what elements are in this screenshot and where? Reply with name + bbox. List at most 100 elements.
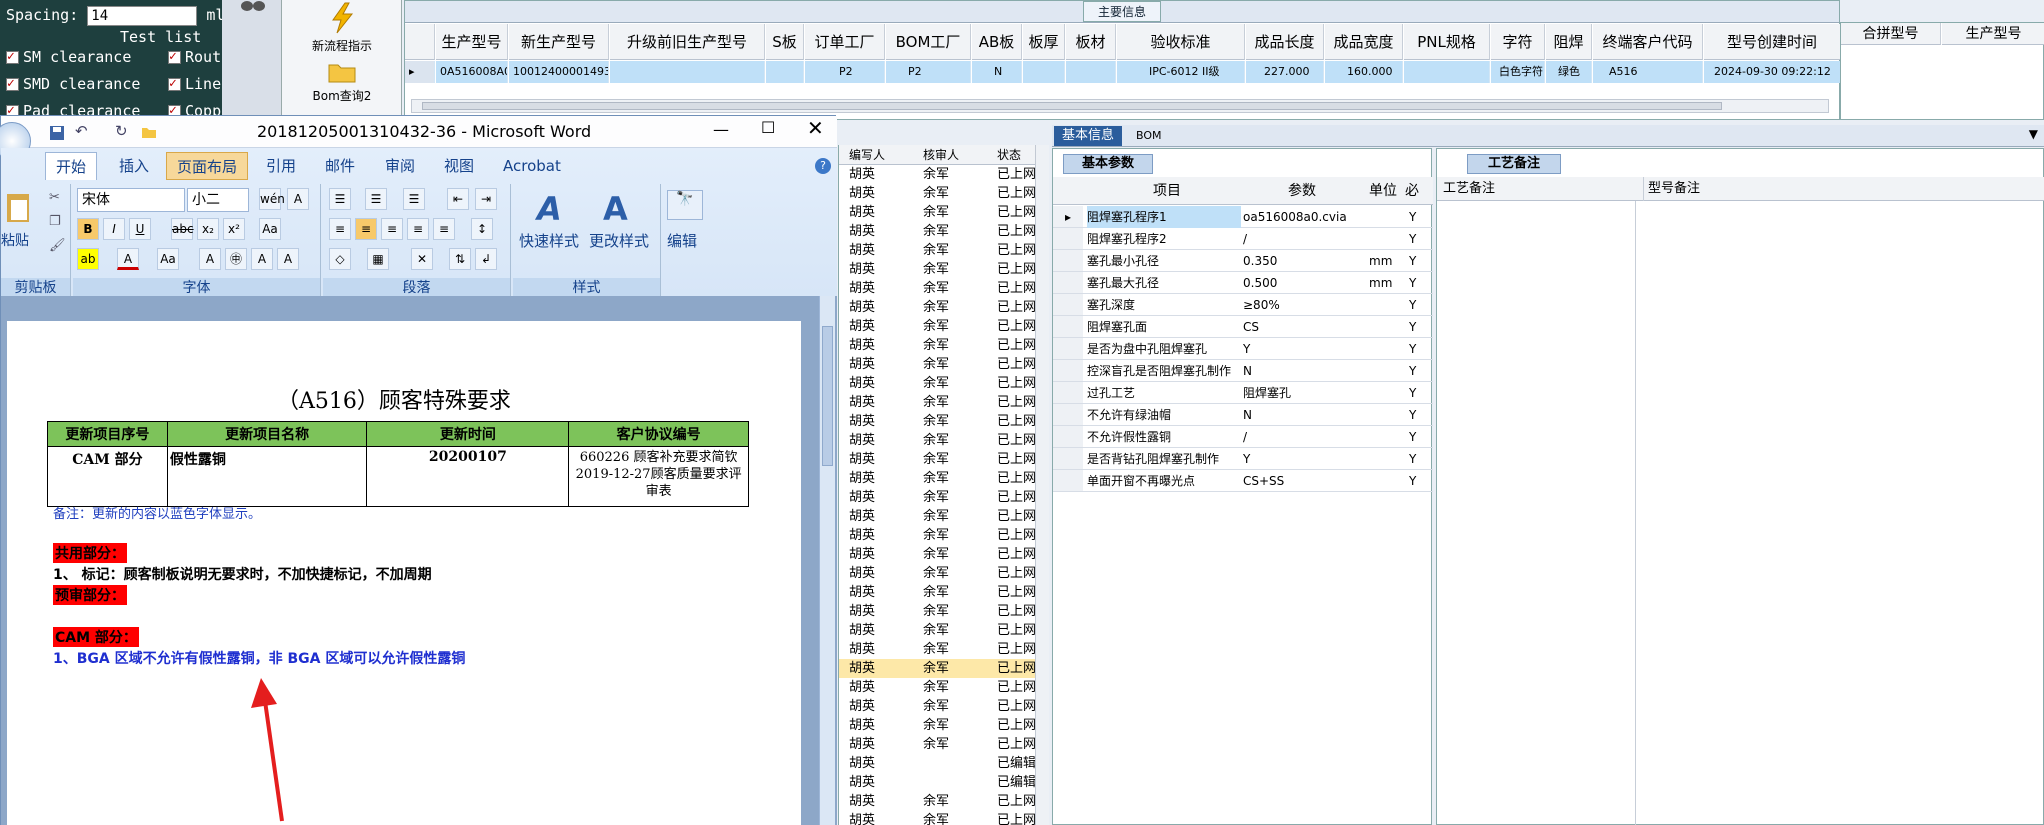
list-item[interactable]: 胡英 余军 已上网: [839, 279, 1035, 298]
spacing-input[interactable]: [87, 6, 198, 26]
tab-process-remarks[interactable]: 工艺备注: [1467, 154, 1562, 174]
increase-indent-icon[interactable]: ⇥: [475, 188, 497, 210]
list-item[interactable]: 胡英 余军 已上网: [839, 602, 1035, 621]
copy-icon[interactable]: ❐: [49, 214, 61, 229]
font-size-select[interactable]: 小二: [187, 188, 249, 212]
list-item[interactable]: 胡英 已编辑: [839, 754, 1035, 773]
list-item[interactable]: 胡英 余军 已上网: [839, 222, 1035, 241]
checkbox-icon[interactable]: [168, 76, 181, 91]
column-header[interactable]: 必: [1405, 177, 1419, 205]
editing-button[interactable]: 编辑: [667, 230, 697, 251]
list-item[interactable]: 胡英 余军 已上网: [839, 507, 1035, 526]
column-header[interactable]: 生产型号: [1942, 23, 2044, 45]
table-cell[interactable]: 10012400001493: [509, 61, 609, 83]
scrollbar-thumb[interactable]: [822, 326, 833, 466]
redo-icon[interactable]: ↻: [115, 122, 128, 140]
column-header[interactable]: 终端客户代码: [1593, 24, 1703, 60]
char-shading-icon[interactable]: Aa: [157, 248, 179, 270]
table-cell[interactable]: 0A516008A0: [436, 61, 508, 83]
list-item[interactable]: 胡英 余军 已上网: [839, 621, 1035, 640]
table-row[interactable]: 控深盲孔是否阻焊塞孔制作 N Y: [1053, 360, 1433, 382]
vertical-scrollbar[interactable]: [819, 296, 835, 825]
tab-review[interactable]: 审阅: [375, 152, 425, 180]
cut-icon[interactable]: ✂: [49, 190, 60, 205]
table-row[interactable]: 阻焊塞孔面 CS Y: [1053, 316, 1433, 338]
column-header[interactable]: 订单工厂: [805, 24, 885, 60]
subscript-icon[interactable]: x₂: [197, 218, 219, 240]
list-item[interactable]: 胡英 余军 已上网: [839, 678, 1035, 697]
option-sm-clearance[interactable]: SM clearance: [6, 48, 131, 66]
strikethrough-icon[interactable]: abc: [171, 218, 194, 240]
list-item[interactable]: 胡英 余军 已上网: [839, 450, 1035, 469]
font-name-select[interactable]: 宋体: [77, 188, 185, 212]
table-cell[interactable]: P2: [886, 61, 971, 83]
binoculars-icon[interactable]: [240, 0, 266, 12]
list-item[interactable]: 胡英 余军 已上网: [839, 735, 1035, 754]
column-header[interactable]: 状态: [997, 145, 1021, 165]
line-spacing-icon[interactable]: ↕: [471, 218, 493, 240]
list-item[interactable]: 胡英 余军 已上网: [839, 184, 1035, 203]
table-row[interactable]: 塞孔最小孔径 0.350 mm Y: [1053, 250, 1433, 272]
table-row[interactable]: 不允许有绿油帽 N Y: [1053, 404, 1433, 426]
char-border-icon[interactable]: A: [199, 248, 221, 270]
option-line[interactable]: Line: [168, 75, 221, 93]
list-item[interactable]: 胡英 余军 已上网: [839, 336, 1035, 355]
list-item[interactable]: 胡英 余军 已上网: [839, 260, 1035, 279]
column-header[interactable]: 阻焊: [1546, 24, 1592, 60]
list-item[interactable]: 胡英 余军 已上网: [839, 317, 1035, 336]
paste-button[interactable]: 粘贴: [1, 230, 29, 250]
table-cell[interactable]: 227.000: [1246, 61, 1324, 83]
align-center-icon[interactable]: ≡: [355, 218, 377, 240]
asian-layout-icon[interactable]: ✕: [411, 248, 433, 270]
table-cell[interactable]: ≥80%: [1243, 294, 1365, 316]
column-header[interactable]: 参数: [1288, 177, 1316, 205]
bold-icon[interactable]: B: [77, 218, 99, 240]
horizontal-scrollbar[interactable]: [411, 99, 1829, 113]
column-header[interactable]: 升级前旧生产型号: [610, 24, 765, 60]
list-item[interactable]: 胡英 余军 已上网: [839, 640, 1035, 659]
column-header[interactable]: PNL规格: [1404, 24, 1490, 60]
quick-styles-button[interactable]: 快速样式: [519, 230, 579, 251]
table-row[interactable]: 过孔工艺 阻焊塞孔 Y: [1053, 382, 1433, 404]
table-cell[interactable]: 0.350: [1243, 250, 1365, 272]
table-cell[interactable]: N: [972, 61, 1022, 83]
clear-format-icon[interactable]: A: [287, 188, 309, 210]
list-item[interactable]: 胡英 余军 已上网: [839, 545, 1035, 564]
column-header[interactable]: 验收标准: [1117, 24, 1245, 60]
shrink-font-icon[interactable]: A: [277, 248, 299, 270]
table-cell[interactable]: [1404, 61, 1490, 83]
table-cell[interactable]: IPC-6012 II级: [1117, 61, 1245, 83]
list-item[interactable]: 胡英 余军 已上网: [839, 659, 1035, 678]
list-item[interactable]: 胡英 余军 已上网: [839, 374, 1035, 393]
change-case-icon[interactable]: wén: [259, 188, 285, 210]
change-styles-button[interactable]: 更改样式: [589, 230, 649, 251]
table-cell[interactable]: 阻焊塞孔: [1243, 382, 1365, 404]
table-cell[interactable]: oa516008a0.cvia: [1243, 206, 1365, 228]
table-row[interactable]: 单面开窗不再曝光点 CS+SS Y: [1053, 470, 1433, 492]
list-item[interactable]: 胡英 余军 已上网: [839, 412, 1035, 431]
list-item[interactable]: 胡英 余军 已上网: [839, 203, 1035, 222]
list-item[interactable]: 胡英 余军 已上网: [839, 583, 1035, 602]
align-right-icon[interactable]: ≡: [381, 218, 403, 240]
list-item[interactable]: 胡英 余军 已上网: [839, 792, 1035, 811]
column-header[interactable]: 编写人: [849, 145, 885, 165]
option-rout[interactable]: Rout: [168, 48, 221, 66]
save-icon[interactable]: [49, 125, 65, 141]
table-cell[interactable]: [766, 61, 804, 83]
list-item[interactable]: 胡英 余军 已上网: [839, 469, 1035, 488]
scrollbar-thumb[interactable]: [422, 102, 1722, 110]
bullets-icon[interactable]: ☰: [329, 188, 351, 210]
open-folder-icon[interactable]: [141, 125, 157, 139]
enclose-char-icon[interactable]: ㊥: [225, 248, 247, 270]
numbering-icon[interactable]: ☰: [365, 188, 387, 210]
list-item[interactable]: 胡英 余军 已上网: [839, 241, 1035, 260]
list-item[interactable]: 胡英 余军 已上网: [839, 811, 1035, 825]
list-item[interactable]: 胡英 余军 已上网: [839, 526, 1035, 545]
table-cell[interactable]: [610, 61, 765, 83]
table-cell[interactable]: Y: [1243, 448, 1365, 470]
table-row[interactable]: 是否为盘中孔阻焊塞孔 Y Y: [1053, 338, 1433, 360]
table-cell[interactable]: N: [1243, 360, 1365, 382]
list-item[interactable]: 胡英 余军 已上网: [839, 355, 1035, 374]
tab-page-layout[interactable]: 页面布局: [166, 152, 249, 180]
decrease-indent-icon[interactable]: ⇤: [447, 188, 469, 210]
